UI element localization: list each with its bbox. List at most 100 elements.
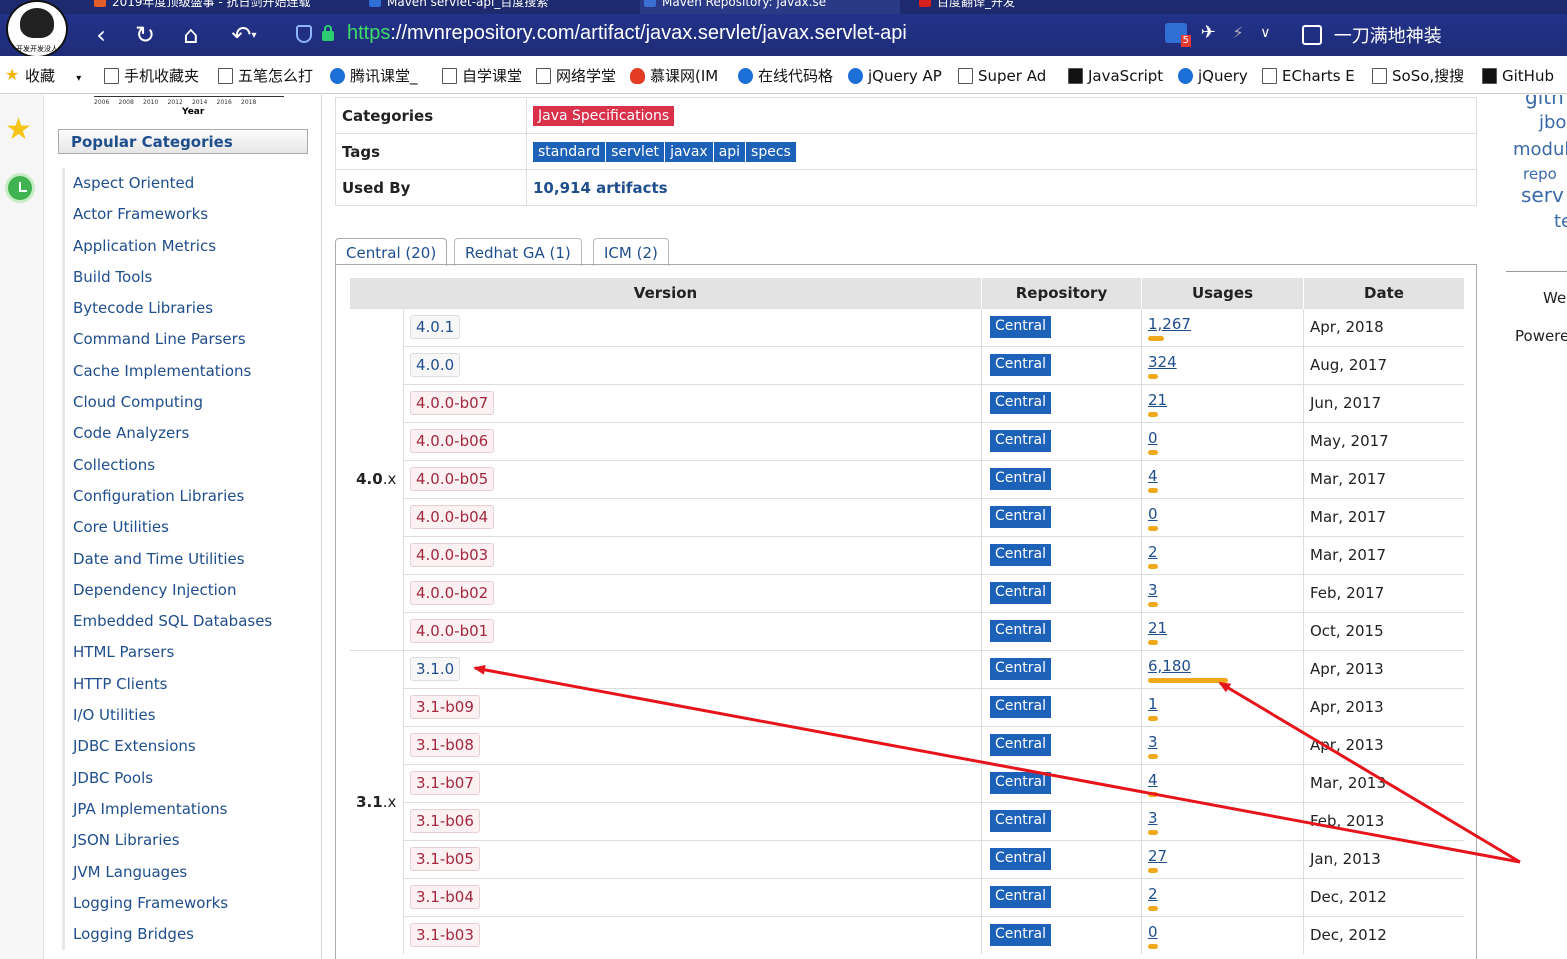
tag-cloud-link[interactable]: jbo bbox=[1539, 112, 1566, 133]
home-icon[interactable]: ⌂ bbox=[176, 20, 206, 50]
chevron-down-icon[interactable]: ∨ bbox=[1260, 23, 1282, 43]
repository-badge[interactable]: Central bbox=[990, 316, 1051, 338]
usages-link[interactable]: 27 bbox=[1148, 848, 1303, 864]
tag-badge[interactable]: standard bbox=[533, 141, 606, 162]
version-link[interactable]: 3.1-b03 bbox=[410, 923, 480, 948]
repository-badge[interactable]: Central bbox=[990, 886, 1051, 908]
tag-badge[interactable]: specs bbox=[746, 141, 796, 162]
browser-tab[interactable]: Maven servlet-api_百度搜索 bbox=[365, 0, 625, 14]
category-link[interactable]: Code Analyzers bbox=[65, 418, 312, 449]
usages-link[interactable]: 21 bbox=[1148, 392, 1303, 408]
rocket-icon[interactable]: ✈ bbox=[1201, 23, 1223, 43]
undo-icon[interactable]: ↶▾ bbox=[222, 20, 266, 50]
profile-area[interactable]: 一刀满地神装 bbox=[1302, 22, 1442, 48]
lightning-icon[interactable]: ⚡ bbox=[1232, 23, 1254, 43]
usages-link[interactable]: 1 bbox=[1148, 696, 1303, 712]
category-link[interactable]: I/O Utilities bbox=[65, 700, 312, 731]
version-link[interactable]: 3.1-b05 bbox=[410, 847, 480, 871]
category-link[interactable]: JDBC Pools bbox=[65, 763, 312, 794]
usages-link[interactable]: 2 bbox=[1148, 544, 1303, 560]
category-link[interactable]: JSON Libraries bbox=[65, 825, 312, 856]
category-link[interactable]: Configuration Libraries bbox=[65, 481, 312, 512]
version-link[interactable]: 4.0.0-b06 bbox=[410, 429, 495, 453]
repository-badge[interactable]: Central bbox=[990, 468, 1051, 490]
category-link[interactable]: Aspect Oriented bbox=[65, 168, 312, 199]
usages-link[interactable]: 4 bbox=[1148, 772, 1303, 788]
repository-badge[interactable]: Central bbox=[990, 354, 1051, 376]
extension-icon[interactable]: 5 bbox=[1165, 23, 1191, 47]
bookmark-item[interactable]: SoSo,搜搜 bbox=[1372, 66, 1464, 86]
usages-link[interactable]: 0 bbox=[1148, 430, 1303, 446]
reload-icon[interactable]: ↻ bbox=[130, 20, 160, 50]
category-link[interactable]: Cache Implementations bbox=[65, 356, 312, 387]
version-link[interactable]: 3.1-b06 bbox=[410, 809, 480, 833]
tag-badge[interactable]: api bbox=[713, 141, 746, 162]
address-bar[interactable]: https://mvnrepository.com/artifact/javax… bbox=[290, 20, 1150, 50]
repository-tab[interactable]: Central (20) bbox=[335, 238, 448, 266]
version-link[interactable]: 4.0.0 bbox=[410, 353, 461, 377]
bookmark-item[interactable]: 五笔怎么打 bbox=[218, 66, 313, 86]
tag-cloud-link[interactable]: serv bbox=[1521, 183, 1564, 207]
url-text[interactable]: https://mvnrepository.com/artifact/javax… bbox=[347, 22, 907, 45]
bookmark-item[interactable]: 手机收藏夹 bbox=[104, 66, 199, 86]
usages-link[interactable]: 3 bbox=[1148, 810, 1303, 826]
category-link[interactable]: Embedded SQL Databases bbox=[65, 606, 312, 637]
category-link[interactable]: JVM Languages bbox=[65, 857, 312, 888]
usages-link[interactable]: 21 bbox=[1148, 620, 1303, 636]
category-link[interactable]: HTML Parsers bbox=[65, 637, 312, 668]
history-clock-icon[interactable] bbox=[5, 173, 35, 203]
tag-cloud-link[interactable]: te bbox=[1554, 211, 1567, 232]
bookmark-item[interactable]: 慕课网(IM bbox=[630, 66, 718, 86]
bookmark-item[interactable]: 腾讯课堂_ bbox=[330, 66, 418, 86]
repository-badge[interactable]: Central bbox=[990, 506, 1051, 528]
category-link[interactable]: Logging Frameworks bbox=[65, 888, 312, 919]
bookmark-item[interactable]: 网络学堂 bbox=[536, 66, 616, 86]
version-link[interactable]: 4.0.0-b02 bbox=[410, 581, 495, 605]
repository-badge[interactable]: Central bbox=[990, 658, 1051, 680]
bookmark-item[interactable]: ★ 收藏 ▾ bbox=[5, 66, 81, 86]
usages-link[interactable]: 324 bbox=[1148, 354, 1303, 370]
repository-badge[interactable]: Central bbox=[990, 734, 1051, 756]
favorites-star-icon[interactable]: ★ bbox=[5, 115, 32, 145]
repository-badge[interactable]: Central bbox=[990, 392, 1051, 414]
bookmark-item[interactable]: GitHub bbox=[1482, 66, 1554, 86]
repository-badge[interactable]: Central bbox=[990, 582, 1051, 604]
repository-badge[interactable]: Central bbox=[990, 544, 1051, 566]
usages-link[interactable]: 6,180 bbox=[1148, 658, 1303, 674]
usages-link[interactable]: 3 bbox=[1148, 734, 1303, 750]
bookmark-item[interactable]: jQuery AP bbox=[848, 66, 942, 86]
repository-badge[interactable]: Central bbox=[990, 430, 1051, 452]
version-link[interactable]: 4.0.1 bbox=[410, 315, 461, 339]
tag-cloud-link[interactable]: modul bbox=[1513, 139, 1567, 160]
version-link[interactable]: 4.0.0-b01 bbox=[410, 619, 495, 643]
repository-badge[interactable]: Central bbox=[990, 810, 1051, 832]
browser-tab[interactable]: Maven Repository: javax.se bbox=[640, 0, 900, 14]
repository-badge[interactable]: Central bbox=[990, 620, 1051, 642]
bookmark-item[interactable]: ECharts E bbox=[1262, 66, 1355, 86]
usages-link[interactable]: 0 bbox=[1148, 506, 1303, 522]
repository-badge[interactable]: Central bbox=[990, 848, 1051, 870]
usages-link[interactable]: 4 bbox=[1148, 468, 1303, 484]
used-by-link[interactable]: 10,914 artifacts bbox=[533, 179, 668, 197]
version-link[interactable]: 3.1.0 bbox=[410, 657, 461, 681]
version-link[interactable]: 4.0.0-b07 bbox=[410, 391, 495, 415]
version-link[interactable]: 3.1-b04 bbox=[410, 885, 480, 909]
category-link[interactable]: Collections bbox=[65, 450, 312, 481]
tag-badge[interactable]: servlet bbox=[606, 141, 665, 162]
version-link[interactable]: 3.1-b08 bbox=[410, 733, 480, 757]
bookmark-item[interactable]: Super Ad bbox=[958, 66, 1046, 86]
category-link[interactable]: HTTP Clients bbox=[65, 669, 312, 700]
repository-badge[interactable]: Central bbox=[990, 772, 1051, 794]
back-icon[interactable]: ‹ bbox=[86, 20, 116, 50]
category-link[interactable]: Logging Bridges bbox=[65, 919, 312, 950]
category-link[interactable]: Dependency Injection bbox=[65, 575, 312, 606]
category-link[interactable]: Date and Time Utilities bbox=[65, 544, 312, 575]
usages-link[interactable]: 3 bbox=[1148, 582, 1303, 598]
category-link[interactable]: Application Metrics bbox=[65, 231, 312, 262]
browser-tab[interactable]: 2019年度顶级盛事 - 抗日剑开始连载 bbox=[90, 0, 350, 14]
version-link[interactable]: 4.0.0-b03 bbox=[410, 543, 495, 567]
repository-tab[interactable]: ICM (2) bbox=[593, 238, 669, 266]
version-link[interactable]: 3.1-b07 bbox=[410, 771, 480, 795]
version-link[interactable]: 3.1-b09 bbox=[410, 695, 480, 719]
chevron-down-icon[interactable]: ▾ bbox=[73, 73, 81, 84]
